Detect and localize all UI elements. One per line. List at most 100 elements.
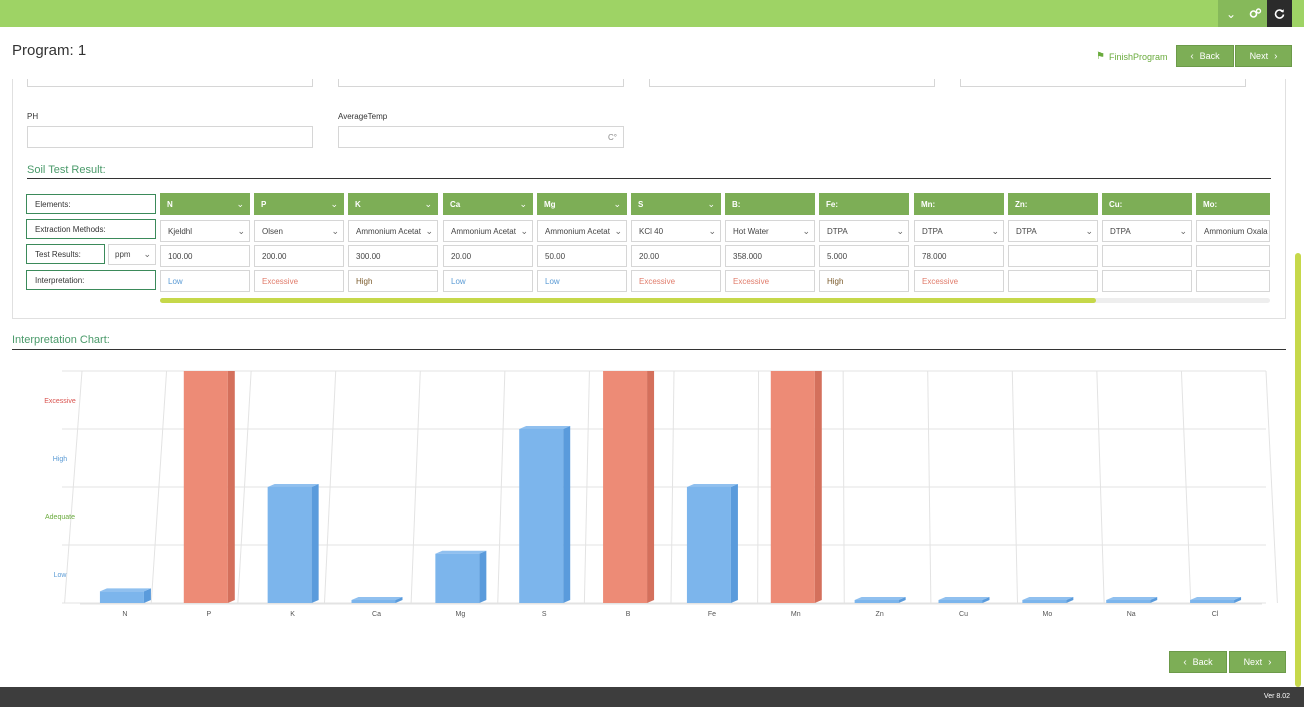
element-header[interactable]: P ⌄ [254,193,344,215]
bar-front [938,600,983,603]
interpretation-value [1196,270,1270,292]
stub-input-2[interactable] [338,79,624,87]
footer: Ver 8.02 [0,687,1304,707]
avgtemp-input[interactable]: C° [338,126,624,148]
bar-top [686,484,738,487]
gears-icon[interactable] [1242,0,1268,27]
test-result-input[interactable]: 20.00 [631,245,721,267]
test-result-input[interactable]: 100.00 [160,245,250,267]
element-header[interactable]: Mg ⌄ [537,193,627,215]
method-value: DTPA [922,226,943,236]
method-select[interactable]: Ammonium Oxala [1196,220,1270,242]
chevron-down-icon[interactable]: ⌄ [1218,0,1244,27]
test-result-input[interactable]: 5.000 [819,245,909,267]
method-value: Olsen [262,226,283,236]
test-result-input[interactable]: 358.000 [725,245,815,267]
chevron-down-icon: ⌄ [519,198,527,209]
method-select[interactable]: DTPA ⌄ [1102,220,1192,242]
soil-section-title: Soil Test Result: [27,164,106,176]
back-button-top[interactable]: ‹ Back [1176,45,1234,67]
element-header[interactable]: Ca ⌄ [443,193,533,215]
method-value: DTPA [1110,226,1131,236]
stub-input-4[interactable] [960,79,1246,87]
method-select[interactable]: KCl 40 ⌄ [631,220,721,242]
bar-front [351,600,396,603]
bar-S [519,426,571,603]
vertical-scrollbar[interactable] [1295,253,1301,687]
interpretation-value: Excessive [725,270,815,292]
test-result-input[interactable]: 78.000 [914,245,1004,267]
method-select[interactable]: DTPA ⌄ [1008,220,1098,242]
method-select[interactable]: Ammonium Acetat ⌄ [443,220,533,242]
chevron-right-icon: › [1274,50,1278,62]
bar-Mo [1022,597,1074,603]
test-result-input[interactable]: 50.00 [537,245,627,267]
interpretation-value: Excessive [631,270,721,292]
method-select[interactable]: DTPA ⌄ [819,220,909,242]
method-value: Ammonium Oxala [1204,226,1268,236]
method-select[interactable]: Olsen ⌄ [254,220,344,242]
interpretation-value: High [348,270,438,292]
horizontal-scrollbar[interactable] [160,298,1270,303]
back-label: Back [1192,657,1213,667]
bar-top [351,597,403,600]
unit-value: ppm [115,250,131,259]
bar-Cl [1190,597,1242,603]
test-result-input[interactable]: 20.00 [443,245,533,267]
test-result-input[interactable] [1196,245,1270,267]
chevron-down-icon: ⌄ [991,225,999,237]
avgtemp-label: AverageTemp [338,112,388,121]
element-label: K [355,199,361,209]
interpretation-value: High [819,270,909,292]
chevron-down-icon: ⌄ [330,198,338,209]
back-button-bottom[interactable]: ‹ Back [1169,651,1227,673]
element-header[interactable]: N ⌄ [160,193,250,215]
ph-input[interactable] [27,126,313,148]
test-result-input[interactable] [1008,245,1098,267]
scrollbar-thumb[interactable] [160,298,1096,303]
next-label: Next [1249,51,1269,61]
bar-side [479,550,487,603]
stub-input-3[interactable] [649,79,935,87]
bar-top [854,597,906,600]
bar-side [814,371,822,603]
row-label-elements: Elements: [26,194,156,214]
unit-select[interactable]: ppm ⌄ [108,244,156,265]
chevron-right-icon: › [1268,656,1272,668]
x-tick-label: N [122,611,127,618]
ph-label: PH [27,112,39,121]
next-label: Next [1243,657,1263,667]
test-result-input[interactable]: 200.00 [254,245,344,267]
bar-front [1022,600,1067,603]
method-select[interactable]: Ammonium Acetat ⌄ [537,220,627,242]
x-tick-label: Cl [1212,611,1219,618]
chevron-down-icon: ⌄ [802,225,810,237]
chevron-down-icon: ⌄ [613,198,621,209]
x-tick-label: Mo [1042,611,1052,618]
x-tick-label: Ca [372,611,381,618]
element-header[interactable]: S ⌄ [631,193,721,215]
element-label: N [167,199,173,209]
test-result-input[interactable] [1102,245,1192,267]
method-select[interactable]: Ammonium Acetat ⌄ [348,220,438,242]
next-button-top[interactable]: Next › [1235,45,1292,67]
x-tick-label: Na [1127,611,1136,618]
bar-side [563,426,571,603]
method-select[interactable]: Kjeldhl ⌄ [160,220,250,242]
bar-top [99,588,151,592]
finish-program-link[interactable]: ⚑ FinishProgram [1096,51,1168,62]
back-label: Back [1199,51,1220,61]
element-label: P [261,199,267,209]
method-select[interactable]: Hot Water ⌄ [725,220,815,242]
chevron-down-icon: ⌄ [331,225,339,237]
row-label-results: Test Results: [26,244,105,264]
next-button-bottom[interactable]: Next › [1229,651,1286,673]
interpretation-value: Excessive [254,270,344,292]
test-result-input[interactable]: 300.00 [348,245,438,267]
element-header[interactable]: K ⌄ [348,193,438,215]
stub-input-1[interactable] [27,79,313,87]
bar-top [1022,597,1074,600]
method-select[interactable]: DTPA ⌄ [914,220,1004,242]
interpretation-chart: Low Adequate High Excessive N P K Ca Mg S B Fe Mn Zn C… [44,370,1278,618]
refresh-icon[interactable] [1267,0,1292,27]
